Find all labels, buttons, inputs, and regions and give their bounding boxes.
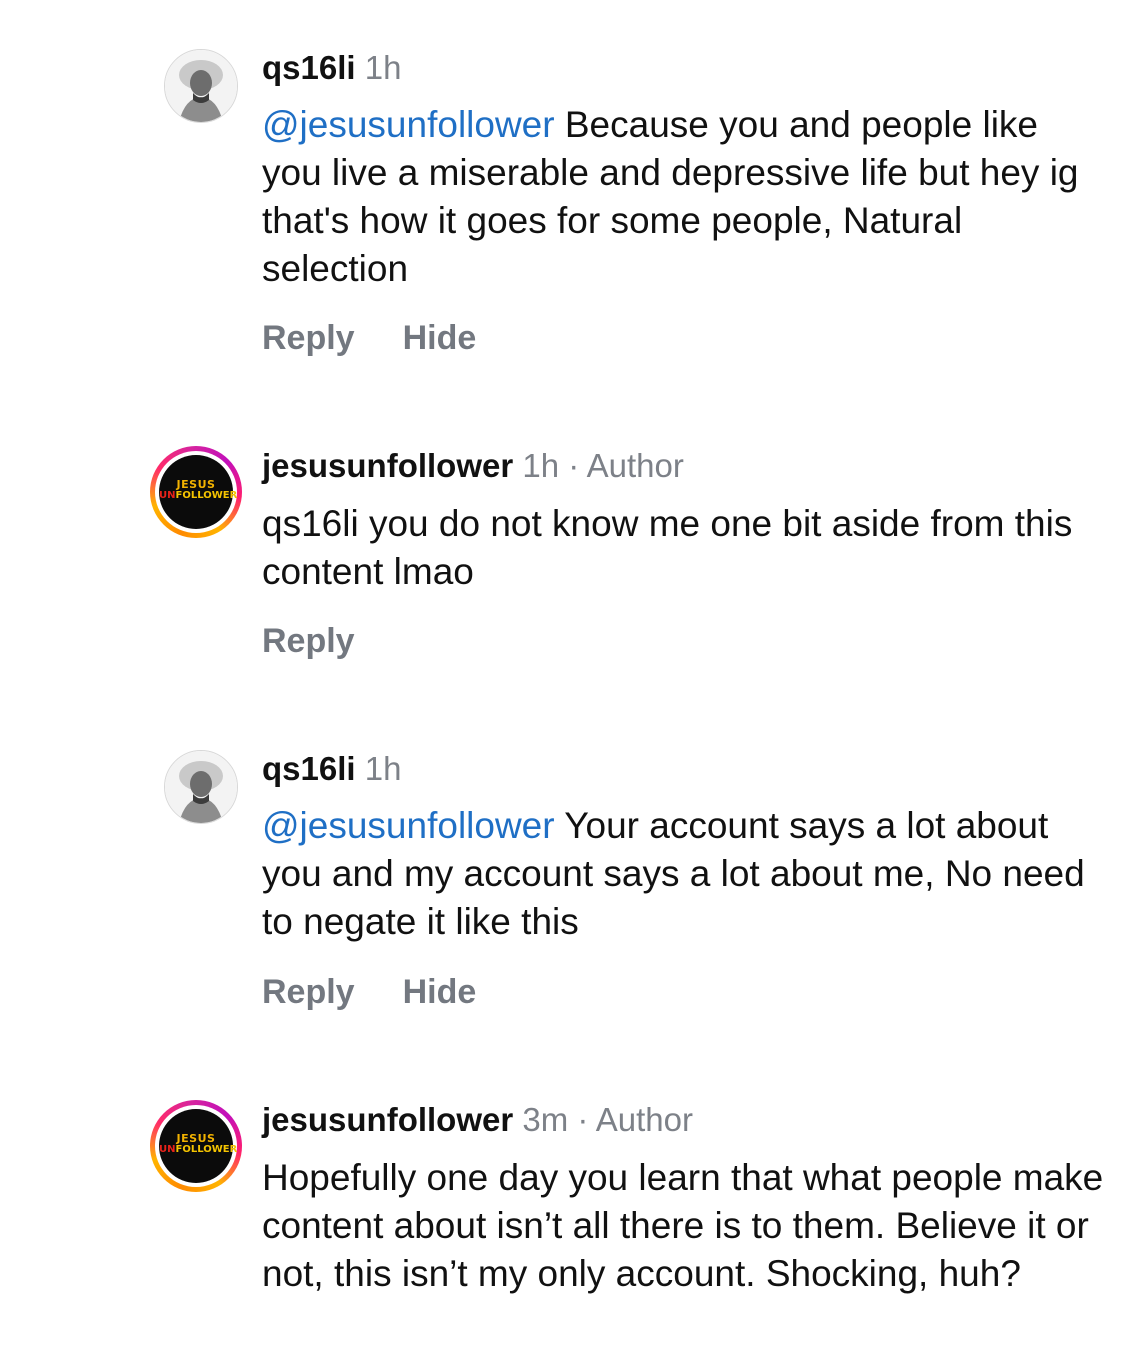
comment-body: Hopefully one day you learn that what pe… [262,1157,1104,1294]
username-link[interactable]: qs16li [262,49,356,86]
username-link[interactable]: jesusunfollower [262,1101,513,1138]
comment-header: jesusunfollower 1h · Author [262,446,684,486]
logo-text-bottom: UNFOLLOWER [159,490,238,501]
hide-button[interactable]: Hide [403,973,477,1012]
timestamp: 1h [364,49,402,86]
logo-text-bottom: UNFOLLOWER [159,1144,238,1155]
username-link[interactable]: qs16li [262,750,356,787]
comment-text: Hopefully one day you learn that what pe… [262,1154,1107,1298]
logo-text-top: JESUS [176,478,216,491]
avatar[interactable]: JESUS UNFOLLOWER [150,446,242,538]
reply-button[interactable]: Reply [262,319,355,358]
reply-button[interactable]: Reply [262,973,355,1012]
profile-photo-icon [165,751,237,823]
separator-dot: · [559,447,587,484]
comment-header: jesusunfollower 3m · Author [262,1100,693,1140]
reply-button[interactable]: Reply [262,622,355,661]
author-badge: Author [595,1101,693,1138]
avatar[interactable] [164,750,238,824]
comment-header: qs16li 1h [262,48,401,88]
comment-text: qs16li you do not know me one bit aside … [262,500,1107,596]
comment-actions: Reply Hide [262,319,524,358]
mention-link[interactable]: @jesusunfollower [262,805,555,846]
username-link[interactable]: jesusunfollower [262,447,513,484]
comment-body: qs16li you do not know me one bit aside … [262,503,1073,592]
channel-logo: JESUS UNFOLLOWER [159,1109,238,1183]
timestamp: 1h [522,447,560,484]
hide-button[interactable]: Hide [403,319,477,358]
comment-text: @jesusunfollower Your account says a lot… [262,802,1107,946]
channel-logo: JESUS UNFOLLOWER [159,455,238,529]
separator-dot: · [568,1101,596,1138]
avatar[interactable] [164,49,238,123]
logo-text-top: JESUS [176,1132,216,1145]
author-badge: Author [586,447,684,484]
comment-actions: Reply Hide [262,973,524,1012]
comment-text: @jesusunfollower Because you and people … [262,101,1107,293]
timestamp: 1h [364,750,402,787]
comment-actions: Reply [262,622,403,661]
timestamp: 3m [522,1101,569,1138]
avatar[interactable]: JESUS UNFOLLOWER [150,1100,242,1192]
comment-header: qs16li 1h [262,749,401,789]
mention-link[interactable]: @jesusunfollower [262,104,555,145]
profile-photo-icon [165,50,237,122]
